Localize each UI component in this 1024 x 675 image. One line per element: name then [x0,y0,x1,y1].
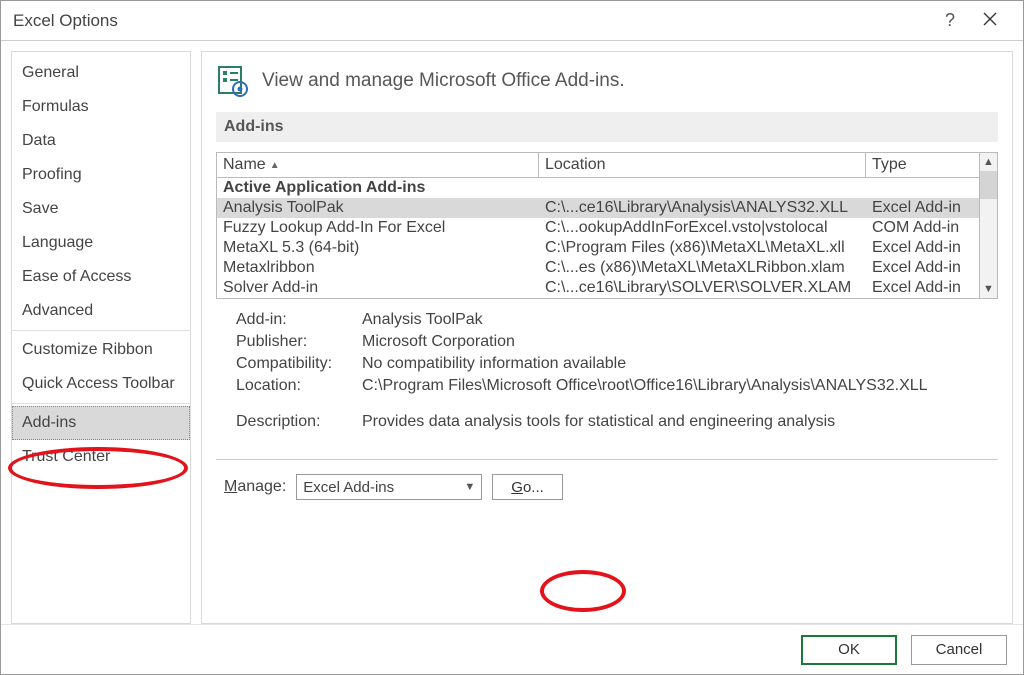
scroll-thumb[interactable] [980,171,997,199]
sidebar-item-save[interactable]: Save [12,192,190,226]
sidebar-separator [12,403,190,404]
cell-name: MetaXL 5.3 (64-bit) [223,239,545,257]
grid-header: Name ▲ Location Type [217,153,979,178]
section-title: Add-ins [216,112,998,142]
sidebar-item-add-ins[interactable]: Add-ins [12,406,190,440]
detail-value-desc: Provides data analysis tools for statist… [362,413,978,431]
cell-name: Fuzzy Lookup Add-In For Excel [223,219,545,237]
col-header-type[interactable]: Type [866,153,979,177]
cell-name: Solver Add-in [223,279,545,297]
cell-name: Analysis ToolPak [223,199,545,217]
sidebar-item-general[interactable]: General [12,56,190,90]
manage-row: Manage: Excel Add-ins ▼ Go... [216,460,998,510]
table-row[interactable]: Fuzzy Lookup Add-In For ExcelC:\...ookup… [217,218,979,238]
detail-label-location: Location: [236,377,362,395]
table-row[interactable]: Solver Add-inC:\...ce16\Library\SOLVER\S… [217,278,979,298]
sidebar-item-customize-ribbon[interactable]: Customize Ribbon [12,333,190,367]
addin-details: Add-in: Analysis ToolPak Publisher: Micr… [216,299,998,460]
main-panel: View and manage Microsoft Office Add-ins… [201,51,1013,624]
col-header-location[interactable]: Location [539,153,866,177]
cell-location: C:\...ce16\Library\SOLVER\SOLVER.XLAM [545,279,872,297]
sidebar-separator [12,330,190,331]
detail-value-location: C:\Program Files\Microsoft Office\root\O… [362,377,978,395]
excel-options-dialog: Excel Options ? GeneralFormulasDataProof… [0,0,1024,675]
addins-icon [216,64,250,98]
cell-type: Excel Add-in [872,279,973,297]
sort-asc-icon: ▲ [270,160,280,171]
sidebar-item-language[interactable]: Language [12,226,190,260]
sidebar-item-ease-of-access[interactable]: Ease of Access [12,260,190,294]
cell-location: C:\Program Files (x86)\MetaXL\MetaXL.xll [545,239,872,257]
scroll-up-icon[interactable]: ▲ [980,153,997,171]
cell-type: Excel Add-in [872,259,973,277]
dialog-footer: OK Cancel [1,624,1023,674]
detail-label-addin: Add-in: [236,311,362,329]
cell-location: C:\...es (x86)\MetaXL\MetaXLRibbon.xlam [545,259,872,277]
window-title: Excel Options [13,11,931,31]
cell-type: COM Add-in [872,219,973,237]
sidebar-item-trust-center[interactable]: Trust Center [12,440,190,474]
sidebar-item-data[interactable]: Data [12,124,190,158]
cell-location: C:\...ce16\Library\Analysis\ANALYS32.XLL [545,199,872,217]
category-sidebar: GeneralFormulasDataProofingSaveLanguageE… [11,51,191,624]
go-button[interactable]: Go... [492,474,563,500]
col-header-name[interactable]: Name ▲ [217,153,539,177]
sidebar-item-advanced[interactable]: Advanced [12,294,190,328]
detail-label-compat: Compatibility: [236,355,362,373]
sidebar-item-formulas[interactable]: Formulas [12,90,190,124]
cell-location: C:\...ookupAddInForExcel.vsto|vstolocal [545,219,872,237]
main-heading: View and manage Microsoft Office Add-ins… [262,70,625,92]
grid-group-header: Active Application Add-ins [217,178,979,198]
manage-dropdown[interactable]: Excel Add-ins ▼ [296,474,482,500]
detail-value-publisher: Microsoft Corporation [362,333,978,351]
scroll-down-icon[interactable]: ▼ [980,280,997,298]
detail-label-publisher: Publisher: [236,333,362,351]
detail-label-desc: Description: [236,413,362,431]
main-header: View and manage Microsoft Office Add-ins… [216,64,998,98]
addins-grid: Name ▲ Location Type Active Application … [216,152,998,299]
manage-label: Manage: [224,478,286,496]
help-button[interactable]: ? [931,4,969,37]
table-row[interactable]: Analysis ToolPakC:\...ce16\Library\Analy… [217,198,979,218]
sidebar-item-quick-access-toolbar[interactable]: Quick Access Toolbar [12,367,190,401]
detail-value-compat: No compatibility information available [362,355,978,373]
chevron-down-icon: ▼ [464,481,475,493]
cell-type: Excel Add-in [872,239,973,257]
close-icon [983,12,997,26]
grid-scrollbar[interactable]: ▲ ▼ [979,153,997,298]
cell-type: Excel Add-in [872,199,973,217]
detail-value-addin: Analysis ToolPak [362,311,978,329]
cell-name: Metaxlribbon [223,259,545,277]
ok-button[interactable]: OK [801,635,897,665]
table-row[interactable]: MetaXL 5.3 (64-bit)C:\Program Files (x86… [217,238,979,258]
cancel-button[interactable]: Cancel [911,635,1007,665]
table-row[interactable]: MetaxlribbonC:\...es (x86)\MetaXL\MetaXL… [217,258,979,278]
sidebar-item-proofing[interactable]: Proofing [12,158,190,192]
titlebar: Excel Options ? [1,1,1023,41]
close-button[interactable] [969,6,1011,36]
